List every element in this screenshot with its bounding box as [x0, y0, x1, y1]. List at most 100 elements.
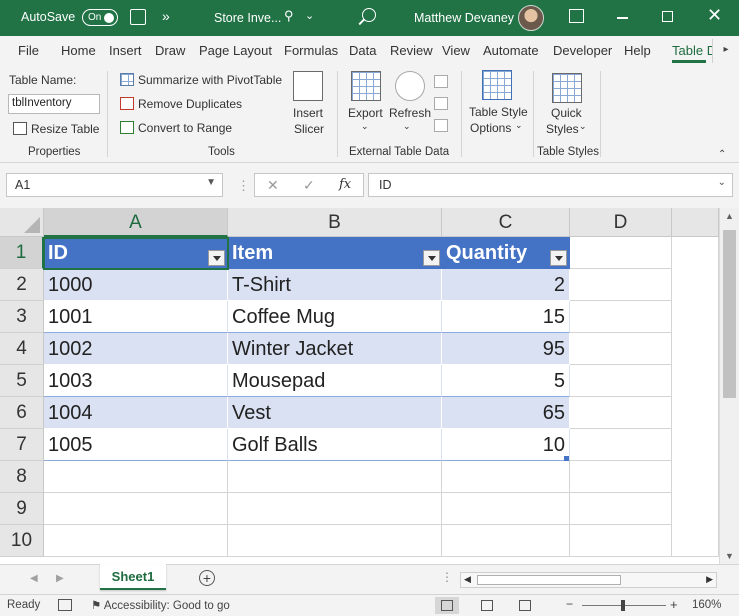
accessibility-status[interactable]: ⚑ Accessibility: Good to go [91, 598, 230, 612]
chevron-down-icon[interactable]: ▼ [206, 177, 216, 188]
share-person-icon[interactable]: ⚲ [284, 8, 294, 24]
zoom-out-button[interactable]: − [566, 597, 573, 611]
scrollbar-thumb[interactable] [723, 230, 736, 398]
empty-cell[interactable] [570, 301, 672, 333]
formula-bar-grip-icon[interactable]: ⋮ [237, 178, 250, 194]
normal-view-button[interactable] [435, 597, 459, 614]
user-name[interactable]: Matthew Devaney [414, 11, 514, 25]
row-header-9[interactable]: 9 [0, 493, 44, 525]
table-cell[interactable]: Mousepad [228, 365, 442, 397]
empty-cell[interactable] [570, 429, 672, 461]
column-header-c[interactable]: C [442, 208, 570, 237]
empty-cell[interactable] [442, 525, 570, 557]
tab-draw[interactable]: Draw [155, 43, 185, 58]
empty-cell[interactable] [44, 461, 228, 493]
tab-table-design[interactable]: Table D [672, 43, 716, 58]
filter-dropdown-icon[interactable] [550, 250, 567, 266]
next-sheet-icon[interactable]: ▶ [56, 573, 64, 584]
table-cell[interactable]: Coffee Mug [228, 301, 442, 333]
empty-cell[interactable] [570, 461, 672, 493]
table-cell[interactable]: Golf Balls [228, 429, 442, 461]
empty-cell[interactable] [570, 397, 672, 429]
empty-cell[interactable] [570, 333, 672, 365]
vertical-scrollbar[interactable]: ▲ ▼ [719, 208, 739, 564]
remove-duplicates-button[interactable]: Remove Duplicates [138, 97, 242, 111]
empty-cell[interactable] [570, 237, 672, 269]
enter-icon[interactable]: ✓ [303, 177, 315, 194]
table-cell[interactable]: 1005 [44, 429, 228, 461]
row-header-1[interactable]: 1 [0, 237, 44, 269]
empty-cell[interactable] [570, 269, 672, 301]
filter-dropdown-icon[interactable] [423, 250, 440, 266]
style-options-chevron-icon[interactable]: ⌄ [515, 120, 523, 131]
empty-cell[interactable] [228, 493, 442, 525]
table-cell[interactable]: 95 [442, 333, 570, 365]
tab-automate[interactable]: Automate [483, 43, 539, 58]
unlink-icon[interactable] [434, 119, 448, 132]
column-header-a[interactable]: A [44, 208, 228, 237]
tab-home[interactable]: Home [61, 43, 96, 58]
resize-table-button[interactable]: Resize Table [31, 122, 99, 136]
macro-recording-icon[interactable] [58, 599, 72, 611]
properties-icon[interactable] [434, 75, 448, 88]
close-icon[interactable]: ✕ [707, 6, 722, 24]
summarize-pivot-button[interactable]: Summarize with PivotTable [138, 73, 282, 87]
row-header-7[interactable]: 7 [0, 429, 44, 461]
empty-cell[interactable] [228, 461, 442, 493]
minimize-icon[interactable] [617, 17, 628, 19]
chevron-down-icon[interactable]: ⌄ [305, 9, 314, 22]
table-style-options-line1[interactable]: Table Style [469, 105, 528, 119]
zoom-level[interactable]: 160% [692, 599, 721, 611]
row-header-8[interactable]: 8 [0, 461, 44, 493]
row-header-4[interactable]: 4 [0, 333, 44, 365]
empty-cell[interactable] [570, 365, 672, 397]
page-layout-view-button[interactable] [475, 597, 499, 614]
table-cell[interactable]: 5 [442, 365, 570, 397]
quick-access-more-icon[interactable]: » [162, 8, 170, 24]
table-style-options-line2[interactable]: Options [470, 121, 511, 135]
export-button[interactable]: Export [348, 106, 383, 120]
table-header-item[interactable]: Item [228, 237, 442, 269]
refresh-button[interactable]: Refresh [389, 106, 431, 120]
column-header-d[interactable]: D [570, 208, 672, 237]
formula-input[interactable]: ID ⌄ [368, 173, 733, 197]
insert-slicer-line2[interactable]: Slicer [294, 122, 324, 136]
zoom-slider-handle[interactable] [621, 600, 625, 611]
splitter-grip-icon[interactable]: ⋮ [441, 570, 453, 584]
table-cell[interactable]: Winter Jacket [228, 333, 442, 365]
document-title[interactable]: Store Inve... [214, 11, 281, 25]
row-header-3[interactable]: 3 [0, 301, 44, 333]
scroll-left-icon[interactable]: ◀ [464, 574, 471, 585]
previous-sheet-icon[interactable]: ◀ [30, 573, 38, 584]
empty-cell[interactable] [570, 525, 672, 557]
tab-developer[interactable]: Developer [553, 43, 612, 58]
table-resize-handle[interactable] [564, 456, 569, 461]
horizontal-scrollbar[interactable]: ◀ ▶ [460, 572, 717, 588]
quick-styles-chevron-icon[interactable]: ⌄ [579, 121, 587, 132]
refresh-chevron-icon[interactable]: ⌄ [403, 121, 411, 132]
table-cell[interactable]: 15 [442, 301, 570, 333]
row-header-6[interactable]: 6 [0, 397, 44, 429]
add-sheet-button[interactable]: + [199, 570, 215, 586]
tab-data[interactable]: Data [349, 43, 376, 58]
column-header-b[interactable]: B [228, 208, 442, 237]
insert-function-icon[interactable]: fx [339, 177, 351, 192]
convert-to-range-button[interactable]: Convert to Range [138, 121, 232, 135]
empty-cell[interactable] [570, 493, 672, 525]
filter-dropdown-icon[interactable] [208, 250, 225, 266]
tab-formulas[interactable]: Formulas [284, 43, 338, 58]
expand-formula-icon[interactable]: ⌄ [718, 177, 726, 188]
tab-file[interactable]: File [18, 43, 39, 58]
table-cell[interactable]: 1001 [44, 301, 228, 333]
table-header-id[interactable]: ID [44, 237, 228, 269]
row-header-10[interactable]: 10 [0, 525, 44, 557]
name-box[interactable]: A1 ▼ [6, 173, 223, 197]
empty-cell[interactable] [44, 525, 228, 557]
select-all-button[interactable] [0, 208, 44, 237]
table-name-input[interactable]: tblInventory [8, 94, 100, 114]
tab-page-layout[interactable]: Page Layout [199, 43, 272, 58]
tab-help[interactable]: Help [624, 43, 651, 58]
empty-cell[interactable] [44, 493, 228, 525]
scroll-down-icon[interactable]: ▼ [725, 551, 734, 561]
zoom-in-button[interactable]: + [670, 597, 678, 612]
